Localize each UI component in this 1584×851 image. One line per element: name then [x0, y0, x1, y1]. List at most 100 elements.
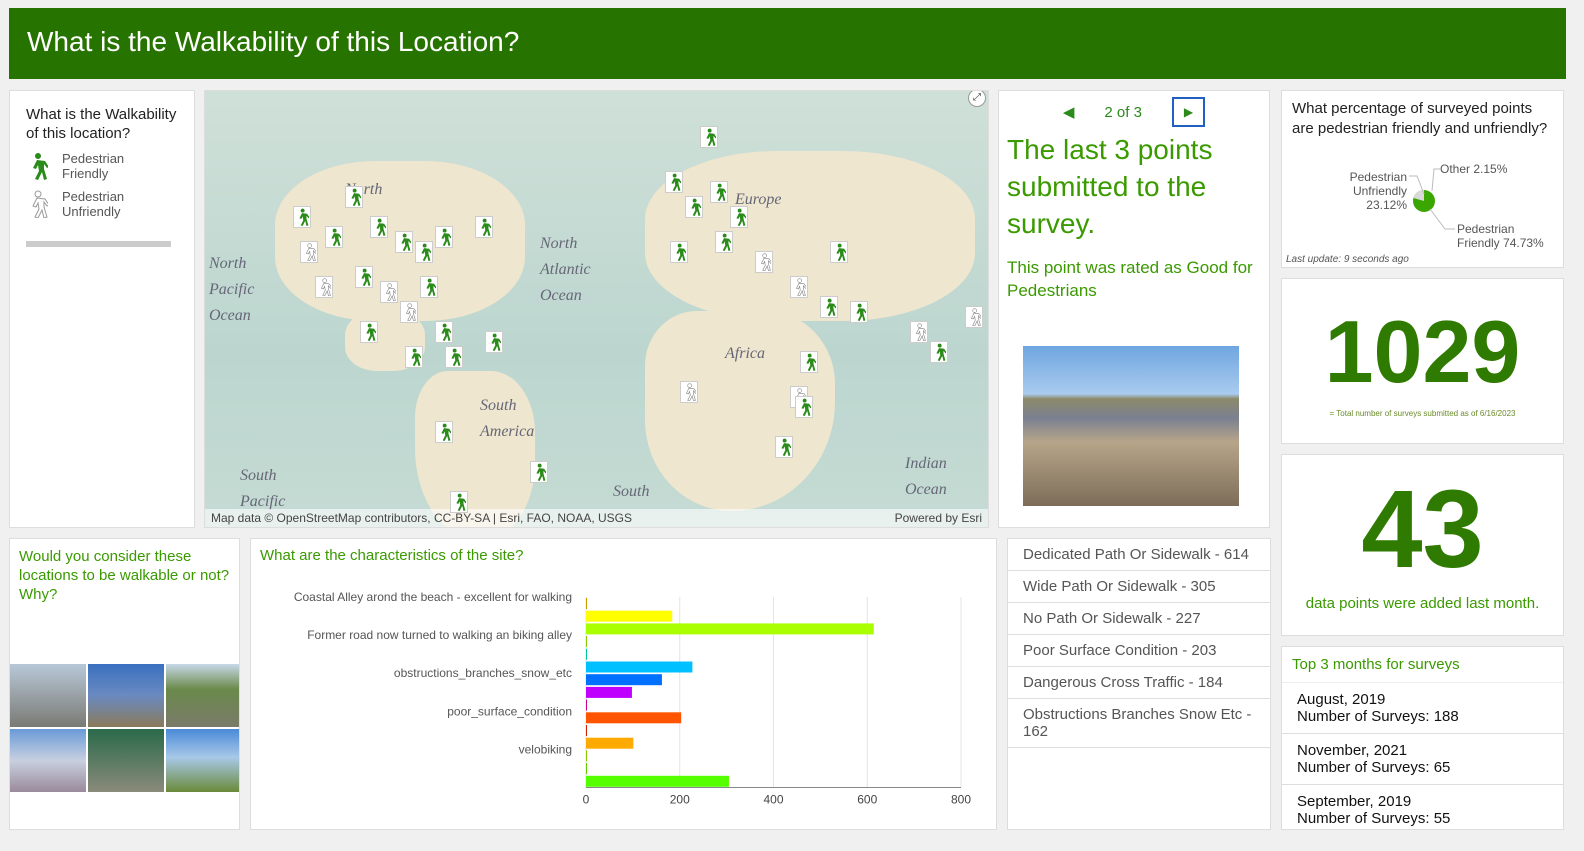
- survey-photo[interactable]: [1023, 346, 1239, 506]
- friendly-marker[interactable]: [435, 226, 453, 248]
- category-item[interactable]: No Path Or Sidewalk - 227: [1008, 603, 1270, 635]
- friendly-marker[interactable]: [685, 196, 703, 218]
- bar[interactable]: [586, 750, 587, 762]
- friendly-marker[interactable]: [370, 216, 388, 238]
- walker-icon: [491, 333, 501, 351]
- bar[interactable]: [586, 636, 587, 648]
- bar[interactable]: [586, 737, 634, 749]
- friendly-marker[interactable]: [710, 181, 728, 203]
- bar[interactable]: [586, 775, 729, 787]
- bar[interactable]: [586, 686, 632, 698]
- friendly-marker[interactable]: [700, 126, 718, 148]
- bar[interactable]: [586, 661, 693, 673]
- month-name: November, 2021: [1297, 742, 1408, 759]
- x-tick-label: 800: [951, 793, 971, 807]
- month-item[interactable]: August, 2019 Number of Surveys: 188: [1282, 683, 1563, 734]
- friendly-marker[interactable]: [405, 346, 423, 368]
- unfriendly-marker[interactable]: [790, 276, 808, 298]
- bar[interactable]: [586, 763, 587, 775]
- friendly-marker[interactable]: [355, 266, 373, 288]
- walker-icon: [685, 383, 696, 401]
- category-item[interactable]: Poor Surface Condition - 203: [1008, 635, 1270, 667]
- map-view[interactable]: North Europe North Atlantic Ocean North …: [204, 90, 989, 528]
- bar[interactable]: [586, 712, 682, 724]
- previous-button[interactable]: ◀: [1063, 103, 1075, 121]
- expand-icon[interactable]: ⤢: [968, 91, 986, 107]
- unfriendly-marker[interactable]: [300, 241, 318, 263]
- legend-item-friendly: Pedestrian Friendly: [26, 151, 178, 181]
- walker-icon: [385, 283, 396, 301]
- friendly-marker[interactable]: [450, 491, 468, 513]
- walker-icon: [405, 303, 416, 321]
- month-item[interactable]: November, 2021 Number of Surveys: 65: [1282, 734, 1563, 785]
- gallery-photo[interactable]: [166, 729, 239, 792]
- category-item[interactable]: Dedicated Path Or Sidewalk - 614: [1008, 539, 1270, 571]
- friendly-marker[interactable]: [360, 321, 378, 343]
- friendly-marker[interactable]: [395, 231, 413, 253]
- friendly-marker[interactable]: [475, 216, 493, 238]
- friendly-marker[interactable]: [415, 241, 433, 263]
- next-button[interactable]: ▶: [1171, 97, 1206, 127]
- gallery-photo[interactable]: [10, 664, 86, 727]
- friendly-marker[interactable]: [530, 461, 548, 483]
- x-tick-label: 400: [763, 793, 783, 807]
- friendly-marker[interactable]: [795, 396, 813, 418]
- category-item[interactable]: Obstructions Branches Snow Etc - 162: [1008, 699, 1270, 748]
- friendly-marker[interactable]: [325, 226, 343, 248]
- friendly-marker[interactable]: [670, 241, 688, 263]
- unfriendly-marker[interactable]: [910, 321, 928, 343]
- walker-icon: [936, 343, 946, 361]
- category-item[interactable]: Dangerous Cross Traffic - 184: [1008, 667, 1270, 699]
- bar[interactable]: [586, 598, 587, 609]
- friendly-marker[interactable]: [930, 341, 948, 363]
- friendly-marker[interactable]: [435, 421, 453, 443]
- friendly-marker[interactable]: [665, 171, 683, 193]
- unfriendly-marker[interactable]: [315, 276, 333, 298]
- unfriendly-marker[interactable]: [755, 251, 773, 273]
- walker-icon: [305, 243, 316, 261]
- walker-icon: [836, 243, 846, 261]
- friendly-marker[interactable]: [715, 231, 733, 253]
- gallery-photo[interactable]: [166, 664, 239, 727]
- x-tick-label: 200: [670, 793, 690, 807]
- gallery-photo[interactable]: [88, 664, 164, 727]
- category-item[interactable]: Wide Path Or Sidewalk - 305: [1008, 571, 1270, 603]
- friendly-marker[interactable]: [830, 241, 848, 263]
- map-label: South: [613, 483, 650, 500]
- bar[interactable]: [586, 610, 673, 622]
- walker-icon: [915, 323, 926, 341]
- unfriendly-marker[interactable]: [965, 306, 983, 328]
- bar[interactable]: [586, 725, 587, 736]
- walker-icon: [366, 323, 376, 341]
- unfriendly-marker[interactable]: [380, 281, 398, 303]
- bar[interactable]: [586, 674, 662, 686]
- gallery-photo[interactable]: [88, 729, 164, 792]
- bar[interactable]: [586, 699, 587, 711]
- legend-scrollbar[interactable]: [26, 241, 171, 247]
- friendly-marker[interactable]: [435, 321, 453, 343]
- pager-text: 2 of 3: [1104, 103, 1142, 121]
- friendly-marker[interactable]: [820, 296, 838, 318]
- walker-icon: [856, 303, 866, 321]
- friendly-marker[interactable]: [420, 276, 438, 298]
- friendly-marker[interactable]: [345, 186, 363, 208]
- walker-icon: [795, 278, 806, 296]
- friendly-marker[interactable]: [775, 436, 793, 458]
- friendly-marker[interactable]: [485, 331, 503, 353]
- unfriendly-marker[interactable]: [680, 381, 698, 403]
- friendly-marker[interactable]: [800, 351, 818, 373]
- bar[interactable]: [586, 623, 874, 635]
- powered-by-esri[interactable]: Powered by Esri: [895, 511, 982, 525]
- bar[interactable]: [586, 648, 587, 660]
- friendly-marker[interactable]: [445, 346, 463, 368]
- unfriendly-marker[interactable]: [400, 301, 418, 323]
- walker-green-icon: [33, 153, 48, 180]
- month-item[interactable]: September, 2019 Number of Surveys: 55: [1282, 785, 1563, 829]
- x-tick-label: 0: [583, 793, 590, 807]
- month-name: August, 2019: [1297, 691, 1386, 708]
- friendly-marker[interactable]: [850, 301, 868, 323]
- friendly-marker[interactable]: [730, 206, 748, 228]
- friendly-marker[interactable]: [293, 206, 311, 228]
- walker-icon: [706, 128, 716, 146]
- gallery-photo[interactable]: [10, 729, 86, 792]
